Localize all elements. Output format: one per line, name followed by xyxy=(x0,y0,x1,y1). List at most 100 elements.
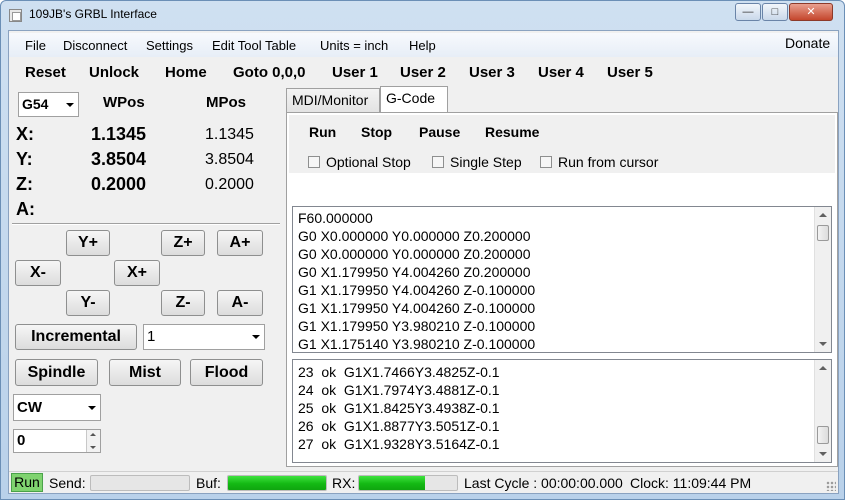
gcode-controls: Run Stop Pause Resume Optional Stop Sing… xyxy=(289,115,835,173)
scroll-up-icon[interactable] xyxy=(819,213,827,217)
coordinate-system-select[interactable]: G54 xyxy=(18,92,79,117)
gcode-line[interactable]: G1 X1.179950 Y4.004260 Z-0.100000 xyxy=(298,300,535,316)
buf-label: Buf: xyxy=(196,475,221,491)
gcode-line[interactable]: G0 X1.179950 Y4.004260 Z0.200000 xyxy=(298,264,531,280)
chevron-down-icon xyxy=(252,335,260,339)
jog-x-plus-button[interactable]: X+ xyxy=(114,260,160,286)
run-from-cursor-checkbox[interactable]: Run from cursor xyxy=(540,154,658,170)
menu-disconnect[interactable]: Disconnect xyxy=(63,38,127,53)
stop-button[interactable]: Stop xyxy=(361,124,392,140)
jog-y-plus-button[interactable]: Y+ xyxy=(66,230,110,256)
spin-arrows-icon[interactable] xyxy=(86,430,100,452)
user2-button[interactable]: User 2 xyxy=(400,64,446,81)
pause-button[interactable]: Pause xyxy=(419,124,460,140)
user5-button[interactable]: User 5 xyxy=(607,64,653,81)
menu-help[interactable]: Help xyxy=(409,38,436,53)
gcode-line[interactable]: G1 X1.179950 Y4.004260 Z-0.100000 xyxy=(298,282,535,298)
run-button[interactable]: Run xyxy=(309,124,336,140)
scroll-down-icon[interactable] xyxy=(819,342,827,346)
resume-button[interactable]: Resume xyxy=(485,124,539,140)
flood-button[interactable]: Flood xyxy=(190,359,263,386)
rx-label: RX: xyxy=(332,475,356,491)
spindle-speed-stepper[interactable]: 0 xyxy=(13,429,101,453)
y-axis-label: Y: xyxy=(16,149,33,169)
unlock-button[interactable]: Unlock xyxy=(89,64,139,81)
coordinate-system-value: G54 xyxy=(22,96,49,112)
optional-stop-checkbox[interactable]: Optional Stop xyxy=(308,154,411,170)
clock-text: Clock: 11:09:44 PM xyxy=(630,475,752,491)
close-button[interactable]: ✕ xyxy=(789,3,833,21)
spindle-direction-select[interactable]: CW xyxy=(13,394,101,421)
log-line: 27 ok G1X1.9328Y3.5164Z-0.1 xyxy=(298,436,500,452)
gcode-line[interactable]: G0 X0.000000 Y0.000000 Z0.200000 xyxy=(298,228,531,244)
scroll-down-icon[interactable] xyxy=(819,452,827,456)
user1-button[interactable]: User 1 xyxy=(332,64,378,81)
buf-progress-bar xyxy=(227,475,327,491)
machine-state-badge: Run xyxy=(11,473,43,492)
menu-file[interactable]: File xyxy=(25,38,46,53)
user4-button[interactable]: User 4 xyxy=(538,64,584,81)
command-bar: Reset Unlock Home Goto 0,0,0 User 1 User… xyxy=(9,59,838,87)
gcode-listing[interactable]: F60.000000 G0 X0.000000 Y0.000000 Z0.200… xyxy=(292,206,832,353)
checkbox-icon xyxy=(432,156,444,168)
gcode-line[interactable]: G1 X1.179950 Y3.980210 Z-0.100000 xyxy=(298,318,535,334)
jog-z-minus-button[interactable]: Z- xyxy=(161,290,205,316)
log-scrollbar[interactable] xyxy=(814,360,831,462)
jog-mode-button[interactable]: Incremental xyxy=(15,324,137,350)
buf-progress-fill xyxy=(228,476,326,490)
scroll-thumb[interactable] xyxy=(817,426,829,444)
goto-origin-button[interactable]: Goto 0,0,0 xyxy=(233,64,306,81)
jog-z-plus-button[interactable]: Z+ xyxy=(161,230,205,256)
maximize-button[interactable]: □ xyxy=(762,3,788,21)
user3-button[interactable]: User 3 xyxy=(469,64,515,81)
checkbox-icon xyxy=(540,156,552,168)
title-bar[interactable]: 109JB's GRBL Interface — □ ✕ xyxy=(1,1,844,29)
log-line: 26 ok G1X1.8877Y3.5051Z-0.1 xyxy=(298,418,500,434)
z-mpos-value: 0.2000 xyxy=(205,176,254,193)
send-label: Send: xyxy=(49,475,86,491)
response-log[interactable]: 23 ok G1X1.7466Y3.4825Z-0.1 24 ok G1X1.7… xyxy=(292,359,832,463)
log-line: 25 ok G1X1.8425Y3.4938Z-0.1 xyxy=(298,400,500,416)
gcode-line[interactable]: G1 X1.175140 Y3.980210 Z-0.100000 xyxy=(298,336,535,352)
divider xyxy=(12,223,280,225)
mist-button[interactable]: Mist xyxy=(109,359,181,386)
scroll-up-icon[interactable] xyxy=(819,366,827,370)
menu-bar: File Disconnect Settings Edit Tool Table… xyxy=(9,33,838,57)
client-area: File Disconnect Settings Edit Tool Table… xyxy=(8,30,839,494)
jog-y-minus-button[interactable]: Y- xyxy=(66,290,110,316)
menu-settings[interactable]: Settings xyxy=(146,38,193,53)
z-axis-label: Z: xyxy=(16,174,33,194)
donate-link[interactable]: Donate xyxy=(785,35,830,51)
gcode-line[interactable]: F60.000000 xyxy=(298,210,373,226)
mpos-header: MPos xyxy=(206,94,247,111)
spindle-button[interactable]: Spindle xyxy=(15,359,98,386)
jog-a-plus-button[interactable]: A+ xyxy=(217,230,263,256)
run-from-cursor-label: Run from cursor xyxy=(558,154,659,170)
scroll-thumb[interactable] xyxy=(817,225,829,241)
spindle-direction-value: CW xyxy=(17,399,42,416)
rx-progress-bar xyxy=(358,475,458,491)
single-step-checkbox[interactable]: Single Step xyxy=(432,154,522,170)
left-panel: G54 WPos MPos X: 1.1345 1.1345 Y: 3.8504… xyxy=(9,88,280,468)
tab-mdi-monitor[interactable]: MDI/Monitor xyxy=(286,88,380,112)
rx-progress-fill xyxy=(359,476,425,490)
jog-a-minus-button[interactable]: A- xyxy=(217,290,263,316)
a-axis-label: A: xyxy=(16,199,35,219)
jog-step-select[interactable]: 1 xyxy=(143,324,265,350)
tab-gcode[interactable]: G-Code xyxy=(380,86,448,112)
gcode-scrollbar[interactable] xyxy=(814,207,831,352)
spindle-speed-value: 0 xyxy=(17,432,26,449)
resize-grip-icon[interactable] xyxy=(826,481,836,491)
menu-edit-tool-table[interactable]: Edit Tool Table xyxy=(212,38,296,53)
reset-button[interactable]: Reset xyxy=(25,64,66,81)
home-button[interactable]: Home xyxy=(165,64,207,81)
send-progress-bar xyxy=(90,475,190,491)
jog-x-minus-button[interactable]: X- xyxy=(15,260,61,286)
gcode-line[interactable]: G0 X0.000000 Y0.000000 Z0.200000 xyxy=(298,246,531,262)
minimize-button[interactable]: — xyxy=(735,3,761,21)
chevron-down-icon xyxy=(66,102,74,107)
menu-units[interactable]: Units = inch xyxy=(320,38,388,53)
y-wpos-value: 3.8504 xyxy=(91,149,147,169)
window-title: 109JB's GRBL Interface xyxy=(29,7,157,21)
x-wpos-value: 1.1345 xyxy=(91,124,147,144)
